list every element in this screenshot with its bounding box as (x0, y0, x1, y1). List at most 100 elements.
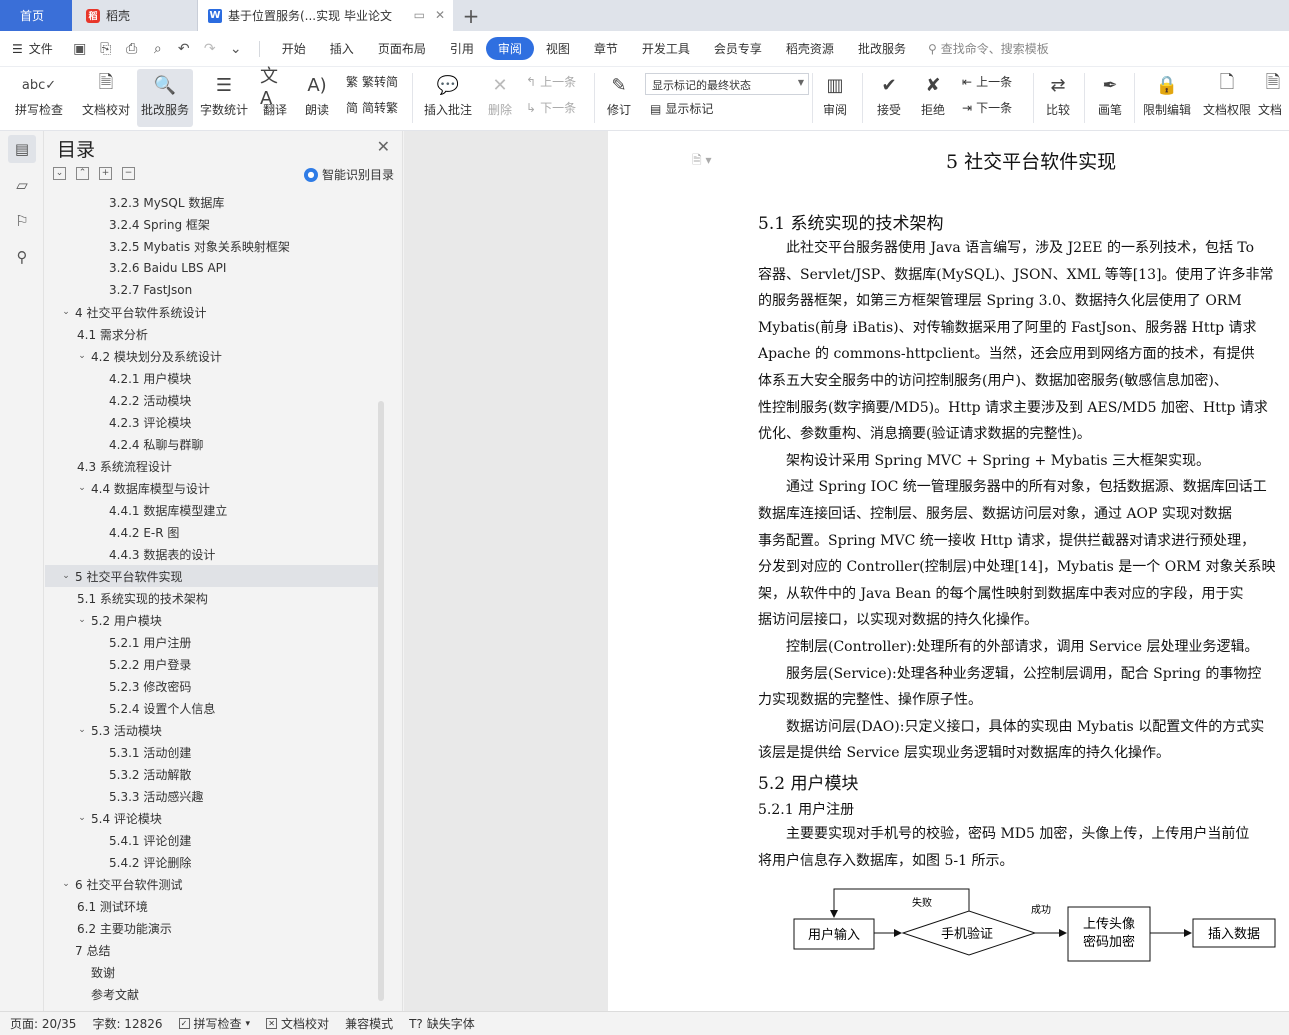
toc-item[interactable]: 4.2.4 私聊与群聊 (45, 433, 378, 455)
restrict-edit-button[interactable]: 🔒 限制编辑 (1140, 69, 1194, 118)
menu-reference[interactable]: 引用 (438, 37, 486, 60)
next-change-button[interactable]: ⇥ 下一条 (962, 99, 1012, 116)
word-count[interactable]: 字数: 12826 (92, 1015, 162, 1032)
add-level-icon[interactable]: + (99, 167, 112, 180)
toc-item[interactable]: 5.4.1 评论创建 (45, 829, 378, 851)
tab-daoke[interactable]: 稻 稻壳 (72, 0, 198, 31)
toc-item[interactable]: 5.2.4 设置个人信息 (45, 697, 378, 719)
show-markup-button[interactable]: ▤ 显示标记 (650, 100, 713, 117)
toc-item[interactable]: 5.2.2 用户登录 (45, 653, 378, 675)
doc-more-button[interactable]: 🗎 文档 (1258, 69, 1289, 118)
spellcheck-button[interactable]: abc✓ 拼写检查 (8, 69, 70, 118)
toc-item[interactable]: ⌄ 4.2 模块划分及系统设计 (45, 345, 378, 367)
preview-icon[interactable]: ⌕ (150, 41, 166, 57)
redo-icon[interactable]: ↷ (202, 41, 218, 57)
toc-scrollbar[interactable] (378, 401, 384, 1001)
menu-page-layout[interactable]: 页面布局 (366, 37, 438, 60)
to-simplified-button[interactable]: 繁 繁转简 (346, 73, 398, 90)
page-menu-icon[interactable]: 🗎 ▾ (692, 151, 712, 172)
toc-item[interactable]: 6.1 测试环境 (45, 895, 378, 917)
smart-toc-button[interactable]: ● 智能识别目录 (303, 166, 394, 183)
prev-comment-button[interactable]: ↰ 上一条 (526, 73, 576, 90)
chevron-down-icon[interactable]: ⌄ (59, 879, 73, 889)
toc-item[interactable]: 3.2.6 Baidu LBS API (45, 257, 378, 279)
toc-item[interactable]: 3.2.3 MySQL 数据库 (45, 191, 378, 213)
remove-level-icon[interactable]: − (122, 167, 135, 180)
menu-batch-service[interactable]: 批改服务 (846, 37, 918, 60)
toc-item[interactable]: 3.2.4 Spring 框架 (45, 213, 378, 235)
toc-item[interactable]: 5.3.3 活动感兴趣 (45, 785, 378, 807)
menu-chapter[interactable]: 章节 (582, 37, 630, 60)
bookmark-icon[interactable]: ⚐ (8, 207, 36, 235)
chevron-down-icon[interactable]: ⌄ (75, 813, 89, 823)
screen-icon[interactable]: ▭ (414, 8, 425, 22)
word-count-button[interactable]: ☰ 字数统计 (198, 69, 250, 118)
new-tab-button[interactable]: + (453, 0, 489, 31)
toc-item[interactable]: 致谢 (45, 961, 378, 983)
to-traditional-button[interactable]: 简 简转繁 (346, 99, 398, 116)
status-proof[interactable]: ✕ 文档校对 (266, 1015, 329, 1032)
toc-item[interactable]: ⌄ 5.4 评论模块 (45, 807, 378, 829)
toc-item[interactable]: 4.4.1 数据库模型建立 (45, 499, 378, 521)
menu-review[interactable]: 审阅 (485, 37, 534, 60)
search-icon[interactable]: ⚲ (8, 243, 36, 271)
toc-item[interactable]: ⌄ 5.2 用户模块 (45, 609, 378, 631)
toc-item[interactable]: 4.4.3 数据表的设计 (45, 543, 378, 565)
toc-icon[interactable]: ▤ (8, 135, 36, 163)
save-icon[interactable]: ▣ (72, 41, 88, 57)
toc-item[interactable]: 3.2.5 Mybatis 对象关系映射框架 (45, 235, 378, 257)
export-icon[interactable]: ⎘ (98, 41, 114, 57)
revise-button[interactable]: ✎ 修订 (600, 69, 638, 118)
doc-permission-button[interactable]: 🗋 文档权限 (1200, 69, 1254, 118)
read-aloud-button[interactable]: A) 朗读 (300, 69, 334, 118)
menu-view[interactable]: 视图 (534, 37, 582, 60)
toc-item[interactable]: ⌄ 4.4 数据库模型与设计 (45, 477, 378, 499)
menu-dev-tools[interactable]: 开发工具 (630, 37, 702, 60)
insert-comment-button[interactable]: 💬 插入批注 (420, 69, 476, 118)
file-menu[interactable]: ☰ 文件 (12, 40, 53, 57)
chapter-icon[interactable]: ▱ (8, 171, 36, 199)
tab-document[interactable]: W 基于位置服务(...实现 毕业论文 ▭ ✕ (198, 0, 453, 31)
toc-item[interactable]: ⌄ 5 社交平台软件实现 (45, 565, 378, 587)
chevron-down-icon[interactable]: ⌄ (75, 725, 89, 735)
undo-icon[interactable]: ↶ (176, 41, 192, 57)
chevron-down-icon[interactable]: ⌄ (75, 615, 89, 625)
toc-item[interactable]: 参考文献 (45, 983, 378, 1005)
compare-button[interactable]: ⇄ 比较 (1038, 69, 1078, 118)
doc-proof-button[interactable]: 🗎 文档校对 (78, 69, 134, 118)
menu-start[interactable]: 开始 (270, 37, 318, 60)
expand-icon[interactable]: ⌃ (76, 167, 89, 180)
tab-home[interactable]: 首页 (0, 0, 72, 31)
toc-item[interactable]: 5.2.1 用户注册 (45, 631, 378, 653)
toc-item[interactable]: 4.3 系统流程设计 (45, 455, 378, 477)
menu-daoke-resource[interactable]: 稻壳资源 (774, 37, 846, 60)
menu-member[interactable]: 会员专享 (702, 37, 774, 60)
close-icon[interactable]: ✕ (377, 137, 390, 156)
toc-item[interactable]: ⌄ 5.3 活动模块 (45, 719, 378, 741)
toc-item[interactable]: 4.1 需求分析 (45, 323, 378, 345)
review-pane-button[interactable]: ▥ 审阅 (816, 69, 854, 118)
markup-state-select[interactable]: 显示标记的最终状态 ▼ (645, 73, 809, 95)
menu-insert[interactable]: 插入 (318, 37, 366, 60)
translate-button[interactable]: 文A 翻译 (255, 66, 295, 118)
toc-item[interactable]: 3.2.7 FastJson (45, 279, 378, 301)
close-icon[interactable]: ✕ (435, 8, 445, 22)
next-comment-button[interactable]: ↳ 下一条 (526, 99, 576, 116)
toc-item[interactable]: 4.2.1 用户模块 (45, 367, 378, 389)
toc-item[interactable]: ⌄ 6 社交平台软件测试 (45, 873, 378, 895)
chevron-down-icon[interactable]: ⌄ (75, 483, 89, 493)
delete-comment-button[interactable]: ✕ 删除 (480, 69, 520, 118)
print-icon[interactable]: ⎙ (124, 41, 140, 57)
collapse-icon[interactable]: ⌄ (53, 167, 66, 180)
prev-change-button[interactable]: ⇤ 上一条 (962, 73, 1012, 90)
document-page[interactable]: 🗎 ▾ 5 社交平台软件实现 5.1 系统实现的技术架构 此社交平台服务器使用 … (608, 131, 1289, 1011)
chevron-down-icon[interactable]: ⌄ (228, 41, 244, 57)
toc-item[interactable]: 6.2 主要功能演示 (45, 917, 378, 939)
pen-button[interactable]: ✒ 画笔 (1092, 69, 1128, 118)
toc-item[interactable]: 7 总结 (45, 939, 378, 961)
command-search[interactable]: ⚲ 查找命令、搜索模板 (928, 40, 1049, 57)
toc-item[interactable]: 5.3.1 活动创建 (45, 741, 378, 763)
toc-item[interactable]: ⌄ 4 社交平台软件系统设计 (45, 301, 378, 323)
missing-font[interactable]: T? 缺失字体 (409, 1015, 475, 1032)
chevron-down-icon[interactable]: ⌄ (75, 351, 89, 361)
